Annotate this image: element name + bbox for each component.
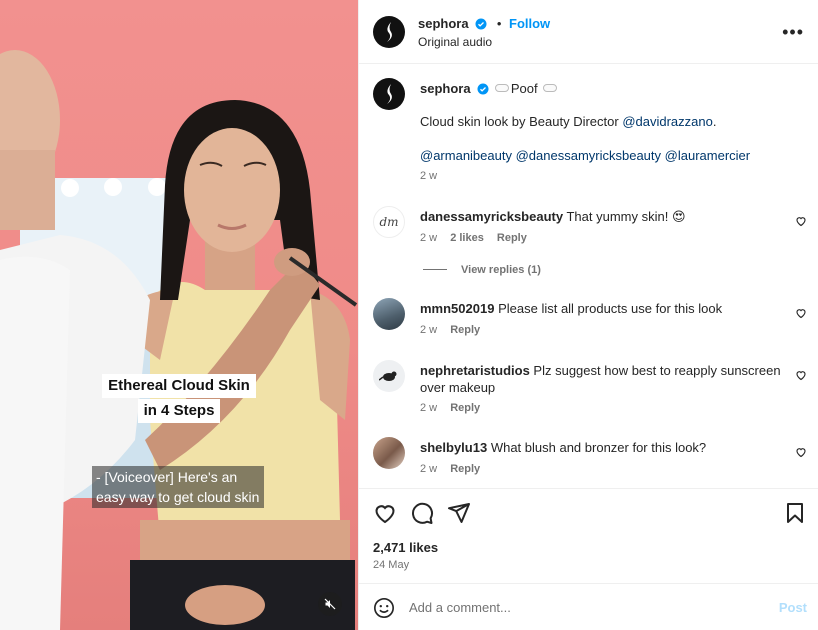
view-replies-label: View replies (1) (461, 264, 541, 276)
post-comment-button[interactable]: Post (779, 600, 807, 615)
comment-text: That yummy skin! 😍 (566, 209, 686, 224)
caption-text-suffix: . (712, 114, 717, 129)
comment-meta: 2 w 2 likes Reply (420, 232, 527, 244)
comment-input[interactable] (409, 594, 769, 620)
comment-text: Please list all products use for this lo… (498, 301, 723, 316)
share-send-icon[interactable] (447, 501, 471, 525)
header-username[interactable]: sephora (418, 16, 469, 31)
reply-button[interactable]: Reply (450, 463, 480, 475)
reply-button[interactable]: Reply (450, 324, 480, 336)
video-title-line1: Ethereal Cloud Skin (102, 374, 256, 398)
heart-icon[interactable] (795, 369, 807, 381)
post-actions: 2,471 likes 24 May (359, 488, 818, 583)
comment-time[interactable]: 2 w (420, 463, 437, 475)
heart-icon[interactable] (795, 307, 807, 319)
comment-meta: 2 w Reply (420, 402, 480, 414)
replies-divider-line (423, 269, 447, 270)
comment-meta: 2 w Reply (420, 463, 480, 475)
bird-icon (379, 371, 397, 381)
reply-button[interactable]: Reply (450, 402, 480, 414)
heart-icon[interactable] (795, 215, 807, 227)
commenter-avatar[interactable] (373, 298, 405, 330)
header-user-line: sephora • Follow (418, 16, 550, 31)
video-title-line2: in 4 Steps (137, 399, 221, 423)
comment-username[interactable]: danessamyricksbeauty (420, 209, 563, 224)
caption-sephora-avatar[interactable] (373, 78, 405, 110)
follow-button[interactable]: Follow (509, 16, 550, 31)
comment-username[interactable]: mmn502019 (420, 301, 494, 316)
caption-timestamp[interactable]: 2 w (420, 170, 437, 182)
reel-video[interactable]: Ethereal Cloud Skin in 4 Steps - [Voiceo… (0, 0, 358, 630)
emoji-smiley-icon[interactable] (373, 597, 395, 619)
commenter-avatar[interactable] (373, 437, 405, 469)
mention-link[interactable]: @danessamyricksbeauty (516, 148, 661, 163)
add-comment-bar: Post (359, 583, 818, 630)
mention-link[interactable]: @davidrazzano (622, 114, 713, 129)
comment-username[interactable]: nephretaristudios (420, 363, 530, 378)
video-frame (0, 50, 358, 630)
mention-link[interactable]: @armanibeauty (420, 148, 512, 163)
caption-text: Cloud skin look by Beauty Director @davi… (420, 114, 716, 129)
original-audio-link[interactable]: Original audio (418, 35, 492, 49)
comment-text: What blush and bronzer for this look? (490, 440, 707, 455)
caption-tag: Poof (510, 81, 538, 96)
sephora-flame-icon (387, 84, 392, 104)
comment-bubble-icon[interactable] (410, 501, 434, 525)
cloud-emoji-icon (494, 84, 509, 92)
verified-badge-icon (477, 83, 489, 95)
post-header: sephora • Follow Original audio ••• (359, 0, 818, 64)
cloud-emoji-icon (543, 84, 558, 92)
sephora-flame-icon (387, 22, 392, 42)
comment-body: mmn502019 Please list all products use f… (420, 300, 790, 317)
video-title-caption: Ethereal Cloud Skin in 4 Steps (0, 374, 358, 423)
comment-time[interactable]: 2 w (420, 324, 437, 336)
comment-time[interactable]: 2 w (420, 402, 437, 414)
caption-username[interactable]: sephora (420, 81, 471, 96)
comment-time[interactable]: 2 w (420, 232, 437, 244)
video-subtitle: - [Voiceover] Here's an easy way to get … (92, 466, 264, 508)
mention-link[interactable]: @lauramercier (665, 148, 750, 163)
caption-header-line: sephora Poof (420, 81, 559, 96)
comment-body: nephretaristudios Plz suggest how best t… (420, 362, 790, 396)
sephora-avatar[interactable] (373, 16, 405, 48)
commenter-avatar[interactable] (373, 360, 405, 392)
commenter-avatar[interactable]: dm (373, 206, 405, 238)
bookmark-icon[interactable] (783, 501, 807, 525)
comment-username[interactable]: shelbylu13 (420, 440, 487, 455)
more-options-icon[interactable]: ••• (782, 22, 804, 43)
comment-likes[interactable]: 2 likes (450, 232, 484, 244)
heart-icon[interactable] (795, 446, 807, 458)
avatar-monogram: dm (379, 215, 399, 229)
comment-body: shelbylu13 What blush and bronzer for th… (420, 439, 790, 456)
reply-button[interactable]: Reply (497, 232, 527, 244)
view-replies-button[interactable]: View replies (1) (423, 264, 541, 276)
comment-meta: 2 w Reply (420, 324, 480, 336)
caption-tags: @armanibeauty @danessamyricksbeauty @lau… (420, 148, 750, 163)
speaker-muted-icon (324, 598, 336, 610)
post-side-panel: sephora • Follow Original audio ••• seph… (358, 0, 818, 630)
post-date[interactable]: 24 May (373, 559, 409, 571)
likes-count[interactable]: 2,471 likes (373, 540, 438, 555)
separator-dot: • (496, 16, 502, 31)
comment-body: danessamyricksbeauty That yummy skin! 😍 (420, 208, 790, 225)
like-heart-icon[interactable] (373, 501, 397, 525)
mute-button[interactable] (318, 592, 342, 616)
verified-badge-icon (475, 18, 487, 30)
caption-text-prefix: Cloud skin look by Beauty Director (420, 114, 623, 129)
